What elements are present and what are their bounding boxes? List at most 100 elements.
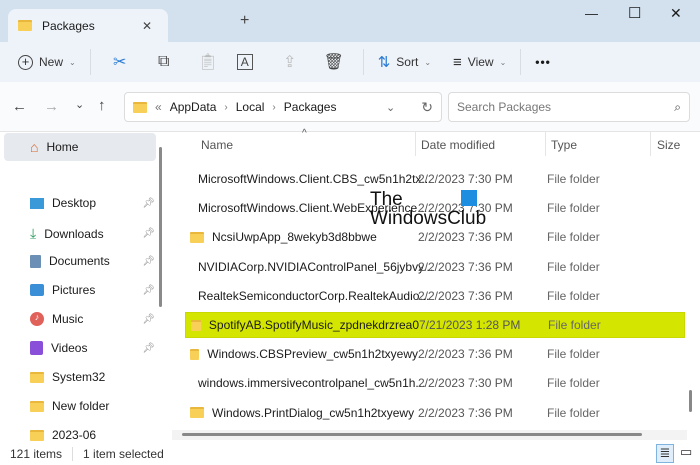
- close-window-button[interactable]: ✕: [670, 5, 682, 22]
- breadcrumb-local[interactable]: Local: [236, 100, 265, 114]
- documents-icon: [30, 254, 41, 268]
- new-tab-button[interactable]: +: [240, 12, 249, 30]
- file-type: File folder: [547, 172, 600, 186]
- home-icon: ⌂: [30, 139, 39, 155]
- up-button[interactable]: ↑: [98, 97, 106, 114]
- file-date: 2/2/2023 7:36 PM: [418, 405, 513, 420]
- column-name[interactable]: Name: [201, 138, 233, 152]
- file-name: windows.immersivecontrolpanel_cw5n1h...: [198, 376, 426, 391]
- sidebar-item-system32[interactable]: System32: [30, 370, 155, 384]
- sidebar-item-videos[interactable]: Videos 📌︎: [30, 341, 155, 355]
- navigation-pane: ⌂ Home Desktop 📌︎ ⤓ Downloads 📌︎ Documents 📌…: [0, 132, 165, 442]
- file-row[interactable]: SpotifyAB.SpotifyMusic_zpdnekdrzrea0 7/21…: [185, 312, 685, 338]
- tab-close-button[interactable]: ✕: [142, 19, 152, 33]
- folder-icon: [190, 407, 204, 419]
- vertical-scrollbar[interactable]: [689, 390, 692, 412]
- file-name: NcsiUwpApp_8wekyb3d8bbwe: [212, 230, 377, 245]
- sidebar-item-pictures[interactable]: Pictures 📌︎: [30, 283, 155, 297]
- share-icon[interactable]: ⇪: [275, 52, 305, 72]
- file-name: NVIDIACorp.NVIDIAControlPanel_56jybvy...: [198, 259, 434, 274]
- forward-button[interactable]: →: [44, 98, 59, 115]
- file-date: 2/2/2023 7:30 PM: [418, 376, 513, 391]
- sort-button[interactable]: ⇅ Sort ⌄: [378, 53, 431, 71]
- maximize-button[interactable]: ☐: [628, 4, 641, 22]
- file-row[interactable]: Windows.PrintDialog_cw5n1h2txyewy 2/2/202…: [185, 400, 685, 426]
- sidebar-item-label: Home: [46, 140, 79, 154]
- file-type: File folder: [547, 347, 600, 362]
- sidebar-item-label: Documents: [49, 254, 110, 268]
- horizontal-scrollbar[interactable]: [172, 430, 687, 440]
- sidebar-item-documents[interactable]: Documents 📌︎: [30, 254, 155, 268]
- file-row[interactable]: MicrosoftWindows.Client.CBS_cw5n1h2tx...…: [185, 166, 685, 192]
- sidebar-item-label: Pictures: [52, 283, 96, 297]
- refresh-icon[interactable]: ↻: [421, 99, 433, 116]
- recent-locations-button[interactable]: ⌄: [75, 98, 84, 111]
- file-type: File folder: [547, 376, 600, 391]
- file-row[interactable]: windows.immersivecontrolpanel_cw5n1h... 2…: [185, 370, 685, 396]
- sidebar-item-label: 2023-06: [52, 428, 97, 442]
- command-bar: + New ⌄ ✂ ⧉ 📋︎ A ⇪ 🗑︎ ⇅ Sort ⌄ ≡ View ⌄ •••: [0, 42, 700, 82]
- folder-icon: [133, 101, 147, 113]
- file-row[interactable]: RealtekSemiconductorCorp.RealtekAudio...…: [185, 283, 685, 309]
- selection-count: 1 item selected: [83, 446, 164, 461]
- sort-label: Sort: [396, 55, 419, 69]
- file-row[interactable]: NcsiUwpApp_8wekyb3d8bbwe 2/2/2023 7:36 PM…: [185, 224, 685, 250]
- tab-packages[interactable]: Packages ✕: [8, 9, 168, 42]
- more-options-button[interactable]: •••: [535, 55, 551, 69]
- plus-icon: +: [18, 54, 33, 70]
- file-type: File folder: [548, 318, 601, 332]
- minimize-button[interactable]: —: [585, 6, 598, 21]
- sidebar-item-label: System32: [52, 370, 106, 384]
- folder-icon: [30, 400, 44, 412]
- details-view-button[interactable]: ≣: [656, 444, 674, 463]
- cut-icon[interactable]: ✂: [105, 52, 135, 72]
- file-row[interactable]: MicrosoftWindows.Client.WebExperience...…: [185, 195, 685, 221]
- delete-icon[interactable]: 🗑︎: [319, 52, 349, 72]
- column-type[interactable]: Type: [551, 138, 577, 152]
- address-bar[interactable]: « AppData › Local › Packages ⌄ ↻: [124, 92, 442, 122]
- pin-icon: 📌︎: [142, 197, 155, 209]
- sidebar-item-new-folder[interactable]: New folder: [30, 399, 155, 413]
- file-name: RealtekSemiconductorCorp.RealtekAudio...: [198, 288, 430, 303]
- file-type: File folder: [547, 201, 600, 216]
- new-label: New: [39, 55, 64, 69]
- folder-icon: [190, 231, 204, 243]
- sidebar-item-2023-06[interactable]: 2023-06: [30, 428, 155, 442]
- sort-ascending-icon: ^: [302, 128, 307, 139]
- file-date: 7/21/2023 1:28 PM: [419, 318, 521, 332]
- item-count: 121 items: [10, 446, 63, 461]
- sidebar-item-downloads[interactable]: ⤓ Downloads 📌︎: [30, 225, 155, 242]
- sidebar-item-home[interactable]: ⌂ Home: [4, 133, 156, 161]
- sidebar-item-label: New folder: [52, 399, 110, 413]
- sidebar-item-desktop[interactable]: Desktop 📌︎: [30, 196, 155, 210]
- search-input[interactable]: Search Packages ⌕: [448, 92, 690, 122]
- folder-icon: [18, 20, 32, 31]
- file-date: 2/2/2023 7:30 PM: [418, 201, 513, 216]
- tiles-view-button[interactable]: ▭: [680, 444, 692, 460]
- sidebar-item-music[interactable]: ♪ Music 📌︎: [30, 312, 155, 326]
- column-size[interactable]: Size: [657, 138, 680, 152]
- breadcrumb-appdata[interactable]: AppData: [170, 100, 217, 114]
- sidebar-item-label: Downloads: [44, 226, 104, 241]
- pin-icon: 📌︎: [142, 228, 155, 239]
- pin-icon: 📌︎: [142, 313, 155, 325]
- view-label: View: [467, 55, 494, 69]
- new-button[interactable]: + New ⌄: [18, 54, 76, 70]
- column-date-modified[interactable]: Date modified: [421, 138, 495, 152]
- pictures-icon: [30, 284, 44, 296]
- file-type: File folder: [547, 259, 600, 274]
- view-button[interactable]: ≡ View ⌄: [453, 54, 506, 71]
- sidebar-scrollbar[interactable]: [159, 147, 162, 307]
- file-name: SpotifyAB.SpotifyMusic_zpdnekdrzrea0: [208, 318, 419, 332]
- rename-icon[interactable]: A: [236, 54, 253, 70]
- back-button[interactable]: ←: [12, 98, 27, 115]
- address-dropdown-icon[interactable]: ⌄: [386, 101, 395, 114]
- folder-icon: [190, 348, 200, 360]
- breadcrumb-packages[interactable]: Packages: [284, 100, 337, 114]
- file-row[interactable]: Windows.CBSPreview_cw5n1h2txyewy 2/2/2023…: [185, 341, 685, 367]
- paste-icon[interactable]: 📋︎: [193, 52, 223, 72]
- file-row[interactable]: NVIDIACorp.NVIDIAControlPanel_56jybvy...…: [185, 254, 685, 280]
- sidebar-item-label: Music: [52, 312, 84, 326]
- folder-icon: [30, 429, 44, 441]
- copy-icon[interactable]: ⧉: [149, 53, 179, 71]
